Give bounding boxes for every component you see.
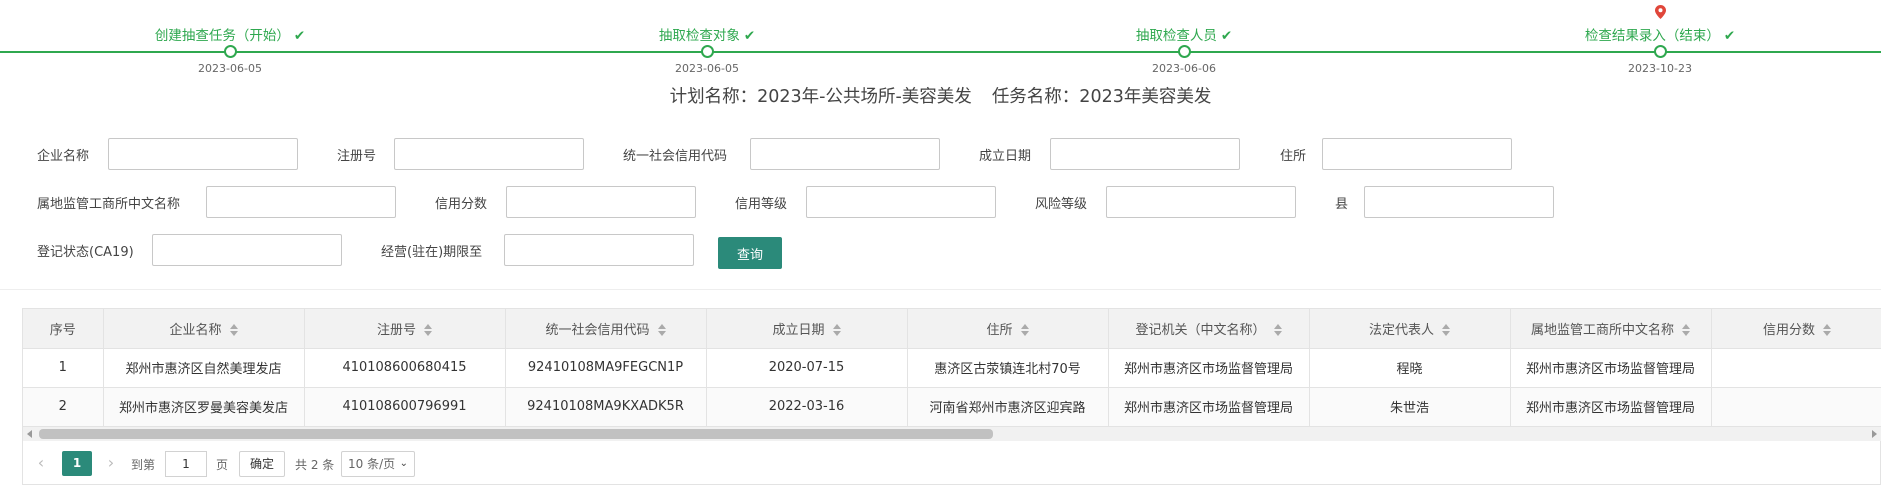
risk-level-input[interactable] <box>1106 186 1296 218</box>
step-enter-results: 检查结果录入（结束） ✔ 2023-10-23 <box>1510 0 1810 82</box>
table-cell <box>1711 387 1881 427</box>
table-cell: 朱世浩 <box>1309 387 1511 427</box>
goto-page-input[interactable]: 1 <box>165 451 207 477</box>
company-name-input[interactable] <box>108 138 298 170</box>
page-unit-label: 页 <box>216 458 229 472</box>
col-header-reg-no[interactable]: 注册号 <box>304 309 506 349</box>
check-icon: ✔ <box>743 28 756 44</box>
horizontal-scrollbar[interactable] <box>23 427 1881 441</box>
col-header-local-office[interactable]: 属地监管工商所中文名称 <box>1510 309 1712 349</box>
check-icon: ✔ <box>293 28 306 44</box>
credit-code-input[interactable] <box>750 138 940 170</box>
step-label: 创建抽查任务（开始） <box>154 28 290 44</box>
confirm-page-button[interactable]: 确定 <box>239 451 285 477</box>
county-input[interactable] <box>1364 186 1554 218</box>
goto-label: 到第 <box>131 458 156 472</box>
total-count: 共 2 条 <box>295 458 335 472</box>
table-cell: 郑州市惠济区自然美理发店 <box>103 348 305 388</box>
table-cell: 惠济区古荥镇连北村70号 <box>907 348 1109 388</box>
table-cell <box>1711 348 1881 388</box>
step-node <box>1654 45 1667 58</box>
table-cell: 2 <box>23 387 104 427</box>
col-header-credit-code[interactable]: 统一社会信用代码 <box>505 309 707 349</box>
step-date: 2023-06-05 <box>198 62 262 75</box>
table-cell: 郑州市惠济区市场监督管理局 <box>1108 348 1310 388</box>
table-cell: 92410108MA9KXADK5R <box>505 387 707 427</box>
results-table: 序号 企业名称 注册号 统一社会信用代码 成立日期 住所 登记机关（中文名称） … <box>22 308 1881 485</box>
col-header-credit-score[interactable]: 信用分数 <box>1711 309 1881 349</box>
sort-icon[interactable] <box>1682 324 1690 337</box>
found-date-input[interactable] <box>1050 138 1240 170</box>
local-office-input[interactable] <box>206 186 396 218</box>
step-date: 2023-06-05 <box>675 62 739 75</box>
sort-icon[interactable] <box>424 324 432 337</box>
scroll-right-arrow-icon[interactable] <box>1872 430 1877 438</box>
col-header-reg-authority[interactable]: 登记机关（中文名称） <box>1108 309 1310 349</box>
reg-no-input[interactable] <box>394 138 584 170</box>
step-create-task: 创建抽查任务（开始） ✔ 2023-06-05 <box>80 0 380 82</box>
table-cell: 郑州市惠济区市场监督管理局 <box>1510 387 1712 427</box>
chevron-right-icon[interactable]: › <box>101 453 121 473</box>
check-icon: ✔ <box>1723 28 1736 44</box>
progress-steps: 创建抽查任务（开始） ✔ 2023-06-05 抽取检查对象 ✔ 2023-06-0… <box>0 0 1881 82</box>
plan-title: 计划名称：2023年-公共场所-美容美发 任务名称：2023年美容美发 <box>0 83 1881 108</box>
sort-icon[interactable] <box>657 324 666 337</box>
table-header-row: 序号 企业名称 注册号 统一社会信用代码 成立日期 住所 登记机关（中文名称） … <box>23 309 1881 349</box>
step-label: 抽取检查人员 <box>1135 28 1217 44</box>
table-cell: 2022-03-16 <box>706 387 908 427</box>
table-cell: 92410108MA9FEGCN1P <box>505 348 707 388</box>
sort-icon[interactable] <box>1020 324 1029 337</box>
table-cell: 2020-07-15 <box>706 348 908 388</box>
table-cell: 郑州市惠济区罗曼美容美发店 <box>103 387 305 427</box>
table-cell: 河南省郑州市惠济区迎宾路 <box>907 387 1109 427</box>
step-node <box>1178 45 1191 58</box>
term-until-input[interactable] <box>504 234 694 266</box>
section-divider <box>0 289 1881 290</box>
sort-icon[interactable] <box>1442 324 1450 337</box>
sort-icon[interactable] <box>832 324 841 337</box>
step-date: 2023-06-06 <box>1152 62 1216 75</box>
plan-name: 计划名称：2023年-公共场所-美容美发 <box>669 87 972 107</box>
address-input[interactable] <box>1322 138 1512 170</box>
credit-level-input[interactable] <box>806 186 996 218</box>
table-cell: 郑州市惠济区市场监督管理局 <box>1510 348 1712 388</box>
query-button[interactable]: 查询 <box>718 237 782 269</box>
col-header-found-date[interactable]: 成立日期 <box>706 309 908 349</box>
table-row[interactable]: 1 郑州市惠济区自然美理发店 410108600680415 92410108M… <box>23 348 1881 388</box>
step-select-inspectors: 抽取检查人员 ✔ 2023-06-06 <box>1034 0 1334 82</box>
credit-score-input[interactable] <box>506 186 696 218</box>
current-page-button[interactable]: 1 <box>62 451 92 476</box>
location-pin-icon <box>1655 5 1666 19</box>
scrollbar-thumb[interactable] <box>39 429 993 439</box>
sort-icon[interactable] <box>229 324 238 337</box>
chevron-left-icon[interactable]: ‹ <box>31 453 51 473</box>
table-cell: 1 <box>23 348 104 388</box>
table-cell: 郑州市惠济区市场监督管理局 <box>1108 387 1310 427</box>
col-header-company-name[interactable]: 企业名称 <box>103 309 305 349</box>
chevron-down-icon: ⌄ <box>399 458 408 469</box>
table-cell: 410108600796991 <box>304 387 506 427</box>
step-node <box>701 45 714 58</box>
task-name: 任务名称：2023年美容美发 <box>991 87 1212 107</box>
table-cell: 程晓 <box>1309 348 1511 388</box>
col-header-address[interactable]: 住所 <box>907 309 1109 349</box>
step-select-objects: 抽取检查对象 ✔ 2023-06-05 <box>557 0 857 82</box>
col-header-index: 序号 <box>23 309 104 349</box>
page-size-select[interactable]: 10 条/页 ⌄ <box>341 451 415 477</box>
step-date: 2023-10-23 <box>1628 62 1692 75</box>
check-icon: ✔ <box>1220 28 1233 44</box>
scroll-left-arrow-icon[interactable] <box>27 430 32 438</box>
pagination: ‹ 1 › 到第 1 页 确定 共 2 条 10 条/页 ⌄ <box>23 441 1881 485</box>
table-cell: 410108600680415 <box>304 348 506 388</box>
table-row[interactable]: 2 郑州市惠济区罗曼美容美发店 410108600796991 92410108… <box>23 387 1881 427</box>
step-label: 检查结果录入（结束） <box>1584 28 1720 44</box>
col-header-legal-rep[interactable]: 法定代表人 <box>1309 309 1511 349</box>
step-label: 抽取检查对象 <box>658 28 740 44</box>
sort-icon[interactable] <box>1273 324 1282 337</box>
step-node <box>224 45 237 58</box>
sort-icon[interactable] <box>1823 324 1831 337</box>
reg-status-input[interactable] <box>152 234 342 266</box>
data-table: 序号 企业名称 注册号 统一社会信用代码 成立日期 住所 登记机关（中文名称） … <box>23 309 1881 427</box>
